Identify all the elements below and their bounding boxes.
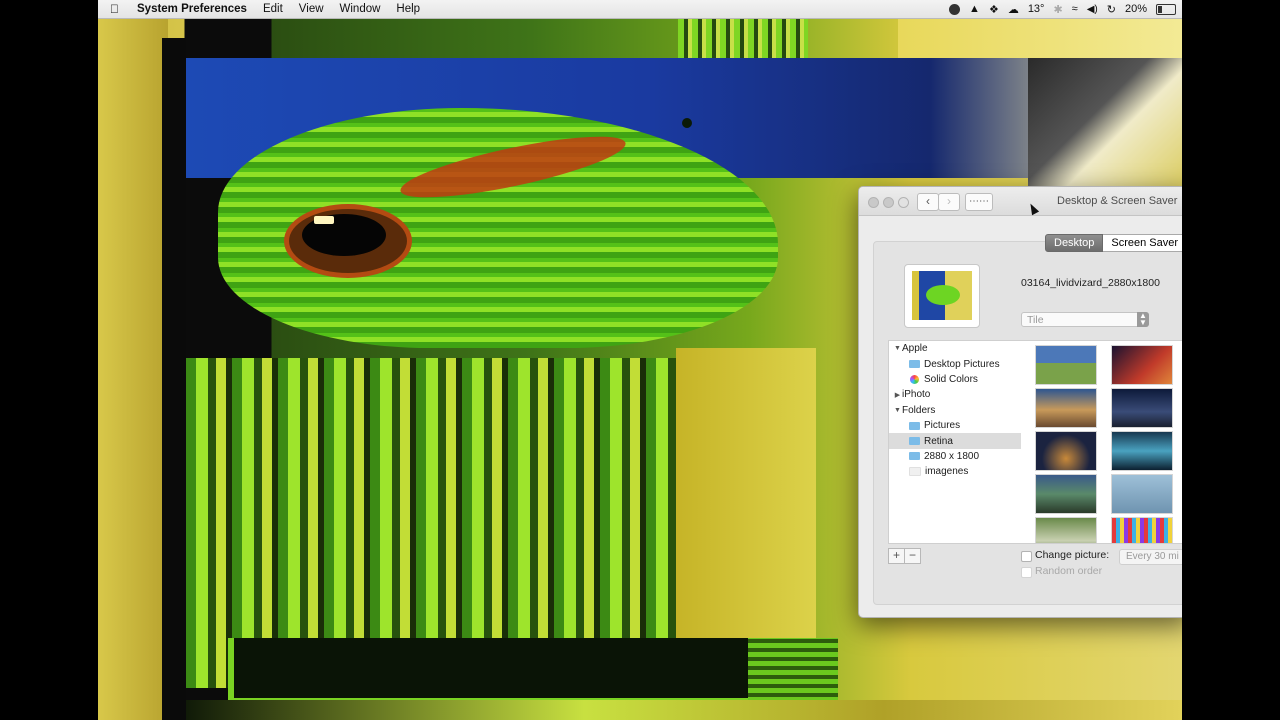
wallpaper-thumbnail[interactable] (1035, 388, 1097, 428)
source-list: ▼ Apple Desktop Pictures Solid Colors ▶ … (888, 340, 1022, 544)
fit-option-select[interactable]: Tile ▲ ▼ (1021, 312, 1149, 327)
remove-folder-button[interactable]: − (905, 548, 921, 564)
app-menu[interactable]: System Preferences (129, 0, 255, 18)
disclosure-expanded-icon[interactable]: ▼ (893, 407, 902, 414)
sidebar-item-label: iPhoto (902, 389, 931, 401)
sidebar-item-label: Pictures (924, 420, 961, 432)
battery-icon[interactable] (1156, 3, 1176, 15)
wallpaper-thumbnail[interactable] (1111, 517, 1173, 543)
add-folder-button[interactable]: + (888, 548, 905, 564)
random-order-checkbox[interactable] (1021, 567, 1032, 578)
wallpaper-thumbnail[interactable] (1035, 474, 1097, 514)
empty-folder-icon (909, 467, 921, 477)
fit-option-value: Tile (1027, 314, 1044, 326)
sidebar-item-desktop-pictures[interactable]: Desktop Pictures (889, 356, 1021, 371)
bluetooth-icon[interactable]: ✱ (1053, 3, 1062, 16)
sidebar-item-label: Folders (902, 404, 936, 416)
wallpaper-thumbnail[interactable] (1035, 431, 1097, 471)
folder-icon (909, 452, 920, 461)
sidebar-item-label: Solid Colors (924, 373, 978, 385)
battery-percent[interactable]: 20% (1125, 3, 1147, 15)
wallpaper-thumbnail[interactable] (1111, 388, 1173, 428)
sidebar-item-label: Desktop Pictures (924, 358, 1000, 370)
back-button[interactable]: ‹ (917, 193, 939, 211)
tab-selector: Desktop Screen Saver (1045, 234, 1182, 252)
close-button[interactable] (868, 197, 879, 208)
sidebar-item-iphoto[interactable]: ▶ iPhoto (889, 387, 1021, 402)
wallpaper-thumbnail[interactable] (1111, 431, 1173, 471)
select-arrows-icon: ▲ ▼ (1137, 312, 1149, 327)
desktop-screen:  System Preferences Edit View Window He… (98, 0, 1182, 720)
current-picture-preview (904, 264, 980, 328)
wallpaper-thumbnail[interactable] (1111, 345, 1173, 385)
sidebar-item-label: Retina (924, 435, 953, 447)
sidebar-item-pictures[interactable]: Pictures (889, 418, 1021, 433)
change-picture-checkbox[interactable] (1021, 551, 1032, 562)
sidebar-item-label: Apple (902, 343, 928, 355)
weather-icon[interactable]: ☁ (1008, 3, 1019, 16)
sidebar-item-solid-colors[interactable]: Solid Colors (889, 372, 1021, 387)
folder-icon (909, 437, 920, 446)
folder-icon (909, 360, 920, 369)
tab-desktop[interactable]: Desktop (1045, 234, 1104, 252)
wifi-icon[interactable]: ≈ (1072, 3, 1078, 15)
disclosure-collapsed-icon[interactable]: ▶ (893, 391, 902, 399)
sidebar-item-label: imagenes (925, 466, 969, 478)
sidebar-item-imagenes[interactable]: imagenes (889, 464, 1021, 479)
preview-thumbnail (910, 269, 974, 322)
disclosure-expanded-icon[interactable]: ▼ (893, 345, 902, 352)
tab-screen-saver[interactable]: Screen Saver (1103, 234, 1182, 252)
zoom-button[interactable] (898, 197, 909, 208)
picture-grid (1021, 340, 1182, 544)
apple-menu-icon[interactable]:  (98, 0, 129, 18)
menu-view[interactable]: View (291, 0, 332, 18)
time-machine-icon[interactable]: ↻ (1107, 3, 1116, 16)
volume-icon[interactable]: ◀) (1087, 4, 1098, 15)
color-wheel-icon (910, 374, 919, 384)
menu-bar:  System Preferences Edit View Window He… (98, 0, 1182, 19)
interval-select[interactable]: Every 30 mi (1119, 549, 1182, 565)
wallpaper-thumbnail[interactable] (1035, 345, 1097, 385)
wallpaper-thumbnail[interactable] (1111, 474, 1173, 514)
folder-icon (909, 421, 920, 430)
sidebar-item-label: 2880 x 1800 (924, 450, 980, 462)
title-bar[interactable]: ‹ › ⋯⋯ Desktop & Screen Saver (859, 187, 1182, 216)
menu-window[interactable]: Window (332, 0, 389, 18)
change-picture-label: Change picture: (1035, 549, 1110, 561)
sidebar-item-2880x1800[interactable]: 2880 x 1800 (889, 449, 1021, 464)
show-all-grid-icon[interactable]: ⋯⋯ (965, 193, 993, 211)
sidebar-item-retina[interactable]: Retina (889, 433, 1021, 449)
random-order-label: Random order (1035, 565, 1103, 577)
dropbox-icon[interactable]: ❖ (989, 3, 999, 16)
desktop-screensaver-window: ‹ › ⋯⋯ Desktop & Screen Saver Desktop Sc… (858, 186, 1182, 618)
forward-button[interactable]: › (938, 193, 960, 211)
sidebar-item-folders[interactable]: ▼ Folders (889, 403, 1021, 418)
record-icon[interactable] (949, 3, 961, 15)
sidebar-item-apple[interactable]: ▼ Apple (889, 341, 1021, 356)
window-title: Desktop & Screen Saver (1057, 195, 1178, 207)
google-drive-icon[interactable]: ▲ (969, 3, 980, 15)
menu-help[interactable]: Help (388, 0, 428, 18)
add-remove-controls: + − (888, 548, 921, 564)
status-area: ▲ ❖ ☁ 13° ✱ ≈ ◀) ↻ 20% (949, 0, 1182, 18)
weather-temperature[interactable]: 13° (1028, 3, 1045, 15)
menu-edit[interactable]: Edit (255, 0, 291, 18)
current-picture-name: 03164_lividvizard_2880x1800 (1021, 277, 1160, 289)
wallpaper-thumbnail[interactable] (1035, 517, 1097, 543)
minimize-button[interactable] (883, 197, 894, 208)
